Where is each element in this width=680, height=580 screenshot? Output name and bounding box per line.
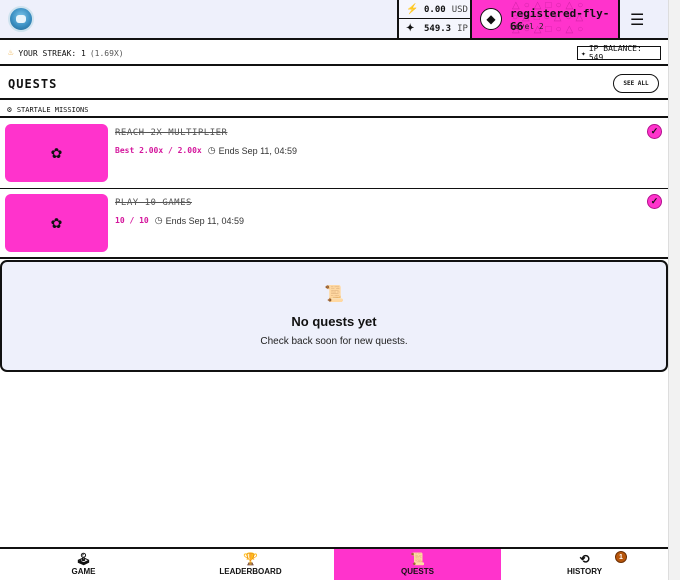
streak-info: ♨ YOUR STREAK: 1 (1.69X) xyxy=(8,48,124,58)
quest-card[interactable]: ✿ PLAY 10 GAMES 10 / 10 ◷ Ends Sep 11, 0… xyxy=(0,189,668,259)
trophy-icon: 🏆 xyxy=(243,552,258,566)
app-logo[interactable] xyxy=(8,6,34,32)
quest-progress: Best 2.00x / 2.00x xyxy=(115,146,202,155)
nav-label: HISTORY xyxy=(566,567,603,576)
ip-balance-label: IP BALANCE: 549 xyxy=(588,44,642,62)
see-all-button[interactable]: SEE ALL xyxy=(613,74,659,93)
flower-icon: ✿ xyxy=(50,144,63,161)
ethereum-icon: ◆ xyxy=(480,8,502,30)
section-header: ⚙ STARTALE MISSIONS xyxy=(0,100,668,118)
ip-balance-badge: ✦ IP BALANCE: 549 xyxy=(577,44,661,62)
notification-badge: 1 xyxy=(615,551,627,563)
quest-name: PLAY 10 GAMES xyxy=(115,198,192,208)
ip-value: 549.3 xyxy=(424,23,452,34)
nav-label: LEADERBOARD xyxy=(219,567,282,576)
lightning-icon: ⚡ xyxy=(406,4,419,15)
ip-balance: ✦ 549.3 IP xyxy=(406,23,468,34)
quest-thumbnail: ✿ xyxy=(5,194,108,252)
page-title: QUESTS xyxy=(8,77,58,91)
wallet-balances[interactable]: ⚡ 0.00 USD ✦ 549.3 IP xyxy=(397,0,470,38)
bottom-nav: 🕹 GAME 🏆 LEADERBOARD 📜 QUESTS ⟲ HISTORY … xyxy=(0,547,668,580)
streak-bar: ♨ YOUR STREAK: 1 (1.69X) ✦ IP BALANCE: 5… xyxy=(0,40,668,66)
quests-header: QUESTS SEE ALL xyxy=(0,66,668,100)
flower-icon: ✿ xyxy=(50,214,63,231)
empty-state-title: No quests yet xyxy=(291,314,377,329)
ip-unit: IP xyxy=(457,23,468,34)
nav-label: QUESTS xyxy=(401,567,434,576)
nav-item-quests[interactable]: 📜 QUESTS xyxy=(334,549,501,580)
top-header: ⚡ 0.00 USD ✦ 549.3 IP △○△□○△○ ○△□○△○△ △○△□… xyxy=(0,0,668,40)
quest-deadline: ◷ Ends Sep 11, 04:59 xyxy=(208,145,297,156)
history-icon: ⟲ xyxy=(579,552,590,566)
usd-value: 0.00 xyxy=(424,4,446,15)
empty-state-panel: 📜 No quests yet Check back soon for new … xyxy=(0,260,668,372)
streak-label: YOUR STREAK: 1 xyxy=(18,48,86,58)
hamburger-menu-icon[interactable]: ☰ xyxy=(630,10,644,30)
nav-item-leaderboard[interactable]: 🏆 LEADERBOARD xyxy=(167,549,334,580)
section-label-text: STARTALE MISSIONS xyxy=(16,105,89,114)
quest-progress: 10 / 10 xyxy=(115,216,149,225)
quest-ends-text: Ends Sep 11, 04:59 xyxy=(165,215,244,226)
quest-ends-text: Ends Sep 11, 04:59 xyxy=(218,145,297,156)
scroll-icon: 📜 xyxy=(324,286,344,303)
quest-meta: 10 / 10 ◷ Ends Sep 11, 04:59 xyxy=(115,215,244,226)
joystick-icon: 🕹 xyxy=(75,552,92,566)
scrollbar[interactable] xyxy=(668,0,680,580)
quest-deadline: ◷ Ends Sep 11, 04:59 xyxy=(155,215,244,226)
scroll-icon: 📜 xyxy=(410,552,425,566)
clock-icon: ◷ xyxy=(154,215,163,225)
nav-item-history[interactable]: ⟲ HISTORY 1 xyxy=(501,549,668,580)
user-profile-button[interactable]: △○△□○△○ ○△□○△○△ △○△□○△○ ◆ registered-fly-6… xyxy=(470,0,620,38)
nav-label: GAME xyxy=(71,567,96,576)
quest-thumbnail: ✿ xyxy=(5,124,108,182)
nav-item-game[interactable]: 🕹 GAME xyxy=(0,549,167,580)
flame-icon: ♨ xyxy=(8,48,14,58)
streak-multiplier: (1.69X) xyxy=(89,48,124,58)
usd-balance: ⚡ 0.00 USD xyxy=(406,4,468,15)
section-label: ⚙ STARTALE MISSIONS xyxy=(7,105,88,114)
clock-icon: ◷ xyxy=(207,145,216,155)
empty-state-subtitle: Check back soon for new quests. xyxy=(260,336,408,347)
usd-unit: USD xyxy=(451,4,468,15)
gear-icon: ⚙ xyxy=(7,105,12,114)
completed-check-icon: ✓ xyxy=(647,124,662,139)
quest-meta: Best 2.00x / 2.00x ◷ Ends Sep 11, 04:59 xyxy=(115,145,297,156)
user-level: Level 2 xyxy=(510,22,544,31)
wallet-divider xyxy=(399,18,470,19)
quest-card[interactable]: ✿ REACH 2X MULTIPLIER Best 2.00x / 2.00x… xyxy=(0,119,668,190)
completed-check-icon: ✓ xyxy=(647,194,662,209)
sparkle-icon: ✦ xyxy=(406,23,415,34)
sparkle-icon: ✦ xyxy=(581,48,586,58)
quest-name: REACH 2X MULTIPLIER xyxy=(115,128,228,138)
